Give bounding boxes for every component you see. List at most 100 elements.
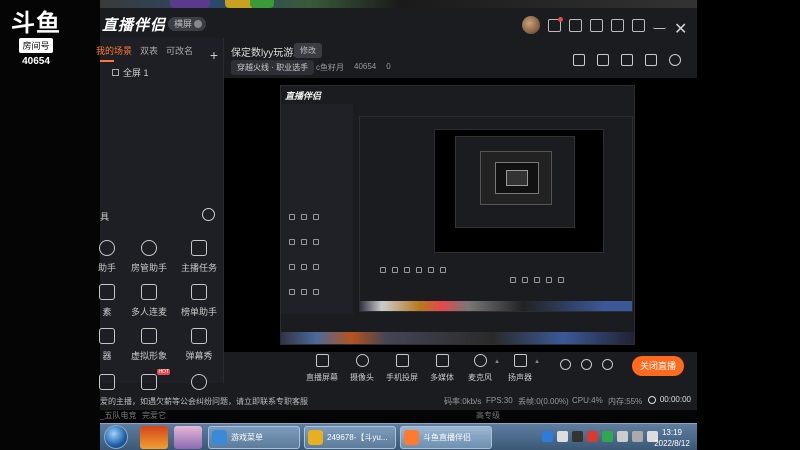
nested-preview-2 xyxy=(359,116,633,312)
tab-rename[interactable]: 可改名 xyxy=(166,44,193,57)
tab-my-scenes[interactable]: 我的场景 xyxy=(96,44,132,62)
douyu-fish-icon xyxy=(308,430,323,445)
nested-preview-5 xyxy=(480,151,552,205)
tray-network-icon[interactable] xyxy=(617,431,628,442)
scene-item[interactable]: 全屏 1 xyxy=(100,66,149,79)
tool-host-task[interactable]: 主播任务 xyxy=(174,240,224,274)
speaker-icon xyxy=(513,354,527,367)
clock-time: 13:19 xyxy=(661,428,683,437)
nested-preview-1: 直播伴侣 xyxy=(280,85,635,345)
notice-text: 爱的主播，如遇欠薪等公会纠纷问题，请立即联系专职客服 xyxy=(100,397,308,406)
streaming-companion-window: 直播伴侣 横屏 ✕ 我的场景 双表 可改名 + 全屏 1 具 助手 房管助手 主… xyxy=(96,8,697,410)
material-icon xyxy=(99,284,115,300)
collapse-icon[interactable] xyxy=(202,208,215,221)
nested-brand: 直播伴侣 xyxy=(285,91,322,101)
settings-icon[interactable] xyxy=(602,359,613,370)
tray-security-icon[interactable] xyxy=(572,431,583,442)
tools-header: 具 xyxy=(100,212,110,222)
avatar-icon xyxy=(141,328,157,344)
overlay-mid: 完爱它 xyxy=(142,411,166,420)
nested-taskbar-1 xyxy=(281,332,634,344)
chevron-up-icon[interactable]: ▲ xyxy=(534,359,540,365)
taskbar-task-2[interactable]: 斗鱼直播伴侣 xyxy=(400,426,492,449)
tv-icon xyxy=(191,328,207,344)
menu-icon[interactable] xyxy=(632,18,645,32)
gift-icon[interactable] xyxy=(573,54,585,66)
tray-keyboard-icon[interactable] xyxy=(557,431,568,442)
record-icon[interactable] xyxy=(560,359,571,370)
tray-flag-icon[interactable] xyxy=(632,431,643,442)
tool-rank[interactable]: 榜单助手 xyxy=(174,284,224,318)
system-clock[interactable]: 13:19 2022/8/12 xyxy=(648,427,696,449)
titlebar: 直播伴侣 横屏 ✕ xyxy=(100,8,697,38)
bitrate: 码率:0kb/s xyxy=(444,397,482,406)
douyu-logo: 斗鱼 xyxy=(11,9,61,37)
close-icon[interactable]: ✕ xyxy=(674,19,687,38)
douyu-watermark: 斗鱼 房间号 40654 xyxy=(6,10,66,67)
overlay-right: 高专级 xyxy=(476,411,500,420)
mic-icon xyxy=(473,354,487,367)
add-scene-button[interactable]: + xyxy=(210,47,218,63)
screen-capture-button[interactable]: 直播屏幕 xyxy=(300,353,344,383)
phone-cast-button[interactable]: 手机投屏 xyxy=(380,353,424,383)
tray-record-icon[interactable] xyxy=(587,431,598,442)
assistant-icon xyxy=(99,240,115,256)
switch-icon xyxy=(194,20,203,28)
taskbar-task-0[interactable]: 游戏菜单 xyxy=(208,426,300,449)
screen-icon xyxy=(99,374,115,390)
camera-button[interactable]: 摄像头 xyxy=(340,353,384,383)
tray-chat-icon[interactable] xyxy=(602,431,613,442)
live-timer: 00:00:00 xyxy=(647,395,691,404)
bottom-overlay: _五队电竞 完爱它 高专级 xyxy=(100,410,697,420)
eye-icon[interactable] xyxy=(581,359,592,370)
download-icon xyxy=(141,284,157,300)
nested-preview-3 xyxy=(434,129,604,253)
edit-title-button[interactable]: 修改 xyxy=(294,43,322,58)
stream-preview[interactable]: 直播伴侣 xyxy=(224,78,697,352)
share-icon[interactable] xyxy=(669,54,681,66)
clock-date: 2022/8/12 xyxy=(654,439,690,448)
tool-multi-mic[interactable]: 多人连麦 xyxy=(124,284,174,318)
tray-app-icon[interactable] xyxy=(542,431,553,442)
speaker-button[interactable]: 扬声器 ▲ xyxy=(498,353,542,383)
left-panel: 我的场景 双表 可改名 + 全屏 1 具 助手 房管助手 主播任务 素 多人连麦… xyxy=(96,38,224,390)
status-bar: 爱的主播，如遇欠薪等公会纠纷问题，请立即联系专职客服 码率:0kb/s FPS:… xyxy=(100,392,697,410)
scene-label: 全屏 1 xyxy=(123,68,149,78)
header-actions xyxy=(573,54,681,66)
filter-icon[interactable] xyxy=(611,18,624,32)
stream-title: 保定数lyy玩游戏 xyxy=(231,48,304,59)
taskbar-task-1[interactable]: 249678-【斗yu... xyxy=(304,426,396,449)
companion-icon xyxy=(404,430,419,445)
fps: FPS:30 xyxy=(486,396,513,405)
avatar[interactable] xyxy=(522,16,540,34)
overlay-left: _五队电竞 xyxy=(100,411,137,420)
tool-virtual-avatar[interactable]: 虚拟形象 xyxy=(124,328,174,362)
room-number: 40654 xyxy=(22,56,50,67)
nested-preview-7 xyxy=(506,170,528,186)
orientation-toggle[interactable]: 横屏 xyxy=(168,17,207,31)
tab-dual[interactable]: 双表 xyxy=(140,44,158,57)
notification-icon[interactable] xyxy=(569,18,582,32)
camera-icon xyxy=(355,354,369,367)
pinned-game-icon[interactable] xyxy=(140,426,168,449)
memory: 内存:55% xyxy=(608,397,643,406)
start-button[interactable] xyxy=(104,425,128,449)
tool-room-admin[interactable]: 房管助手 xyxy=(124,240,174,274)
desktop-strip xyxy=(100,0,700,8)
bell-icon[interactable] xyxy=(645,54,657,66)
task-icon xyxy=(191,240,207,256)
go-live-button[interactable]: 关闭直播 xyxy=(632,356,684,376)
minimize-icon[interactable] xyxy=(653,21,666,29)
dropped-frames: 丢帧:0(0.00%) xyxy=(518,397,569,406)
message-icon[interactable] xyxy=(548,16,563,32)
tool-danmu-show[interactable]: 弹幕秀 xyxy=(174,328,224,362)
category-selector[interactable]: 穿越火线 · 职业选手 xyxy=(231,60,315,75)
mic-button[interactable]: 麦克风 ▲ xyxy=(458,353,502,383)
room-badge: 房间号 xyxy=(19,38,53,53)
lock-icon[interactable] xyxy=(597,54,609,66)
pinned-anime-icon[interactable] xyxy=(174,426,202,449)
box-icon[interactable] xyxy=(621,54,633,66)
window-controls: ✕ xyxy=(522,16,687,38)
screen-icon[interactable] xyxy=(590,18,603,32)
app-brand: 直播伴侣 xyxy=(102,17,167,34)
